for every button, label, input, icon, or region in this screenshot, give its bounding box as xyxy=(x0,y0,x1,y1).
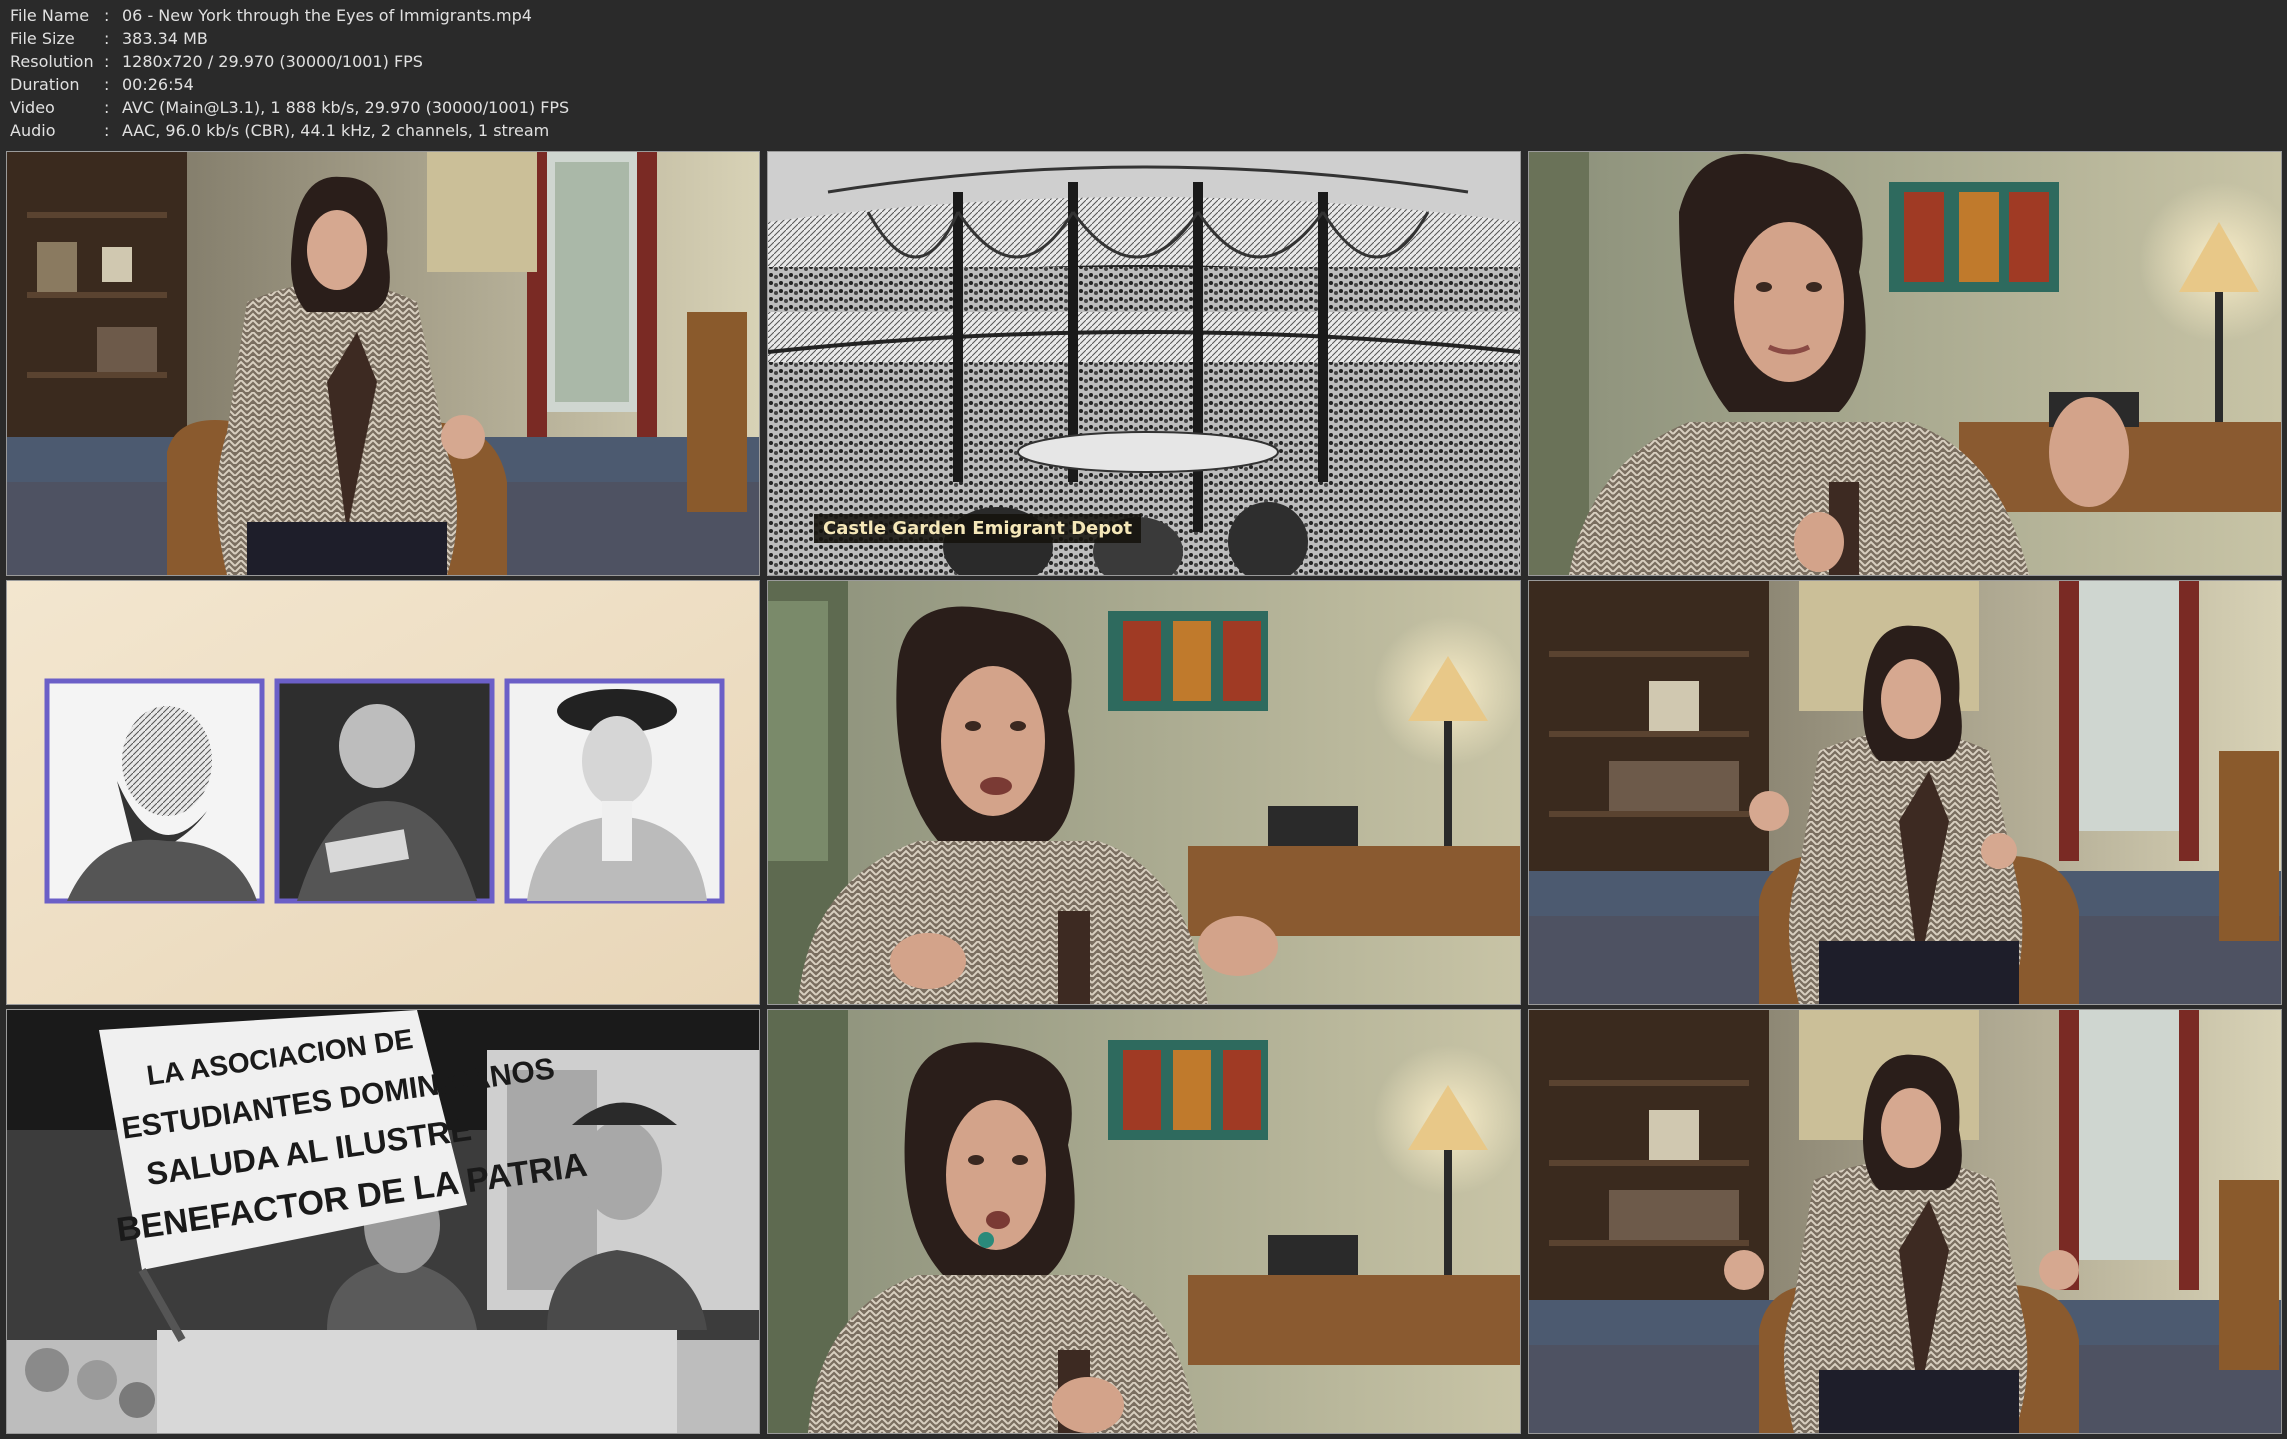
info-separator: : xyxy=(104,98,110,117)
info-label: Audio xyxy=(10,121,56,140)
scene-image xyxy=(7,152,759,575)
info-separator: : xyxy=(104,121,110,140)
info-separator: : xyxy=(104,6,110,25)
info-value: 00:26:54 xyxy=(122,75,194,94)
file-info-panel: File Name : 06 - New York through the Ey… xyxy=(10,4,569,142)
portrait-reading-man xyxy=(274,678,495,904)
thumbnail-frame-5[interactable] xyxy=(767,580,1521,1005)
info-row-resolution: Resolution : 1280x720 / 29.970 (30000/10… xyxy=(10,50,569,73)
scene-image xyxy=(768,1010,1520,1433)
info-row-duration: Duration : 00:26:54 xyxy=(10,73,569,96)
scene-image xyxy=(1529,1010,2281,1433)
engraving-image xyxy=(768,152,1520,575)
info-value: 383.34 MB xyxy=(122,29,208,48)
portraits-image xyxy=(7,581,759,1004)
caption-label: Castle Garden Emigrant Depot xyxy=(814,514,1142,543)
info-label: File Size xyxy=(10,29,75,48)
info-separator: : xyxy=(104,75,110,94)
portrait-bearded-man xyxy=(44,678,265,904)
info-value: AVC (Main@L3.1), 1 888 kb/s, 29.970 (300… xyxy=(122,98,570,117)
archival-photo: LA ASOCIACION DE ESTUDIANTES DOMINICANOS… xyxy=(7,1010,759,1433)
info-row-video: Video : AVC (Main@L3.1), 1 888 kb/s, 29.… xyxy=(10,96,569,119)
scene-image xyxy=(1529,581,2281,1004)
info-label: Duration xyxy=(10,75,80,94)
thumbnail-frame-4[interactable] xyxy=(6,580,760,1005)
info-row-audio: Audio : AAC, 96.0 kb/s (CBR), 44.1 kHz, … xyxy=(10,119,569,142)
info-value: 1280x720 / 29.970 (30000/1001) FPS xyxy=(122,52,423,71)
portrait-woman-with-hat xyxy=(504,678,725,904)
info-label: Video xyxy=(10,98,55,117)
info-separator: : xyxy=(104,52,110,71)
info-value: 06 - New York through the Eyes of Immigr… xyxy=(122,6,532,25)
scene-image xyxy=(768,581,1520,1004)
thumbnail-frame-3[interactable] xyxy=(1528,151,2282,576)
thumbnail-frame-1[interactable] xyxy=(6,151,760,576)
thumbnail-frame-7[interactable]: LA ASOCIACION DE ESTUDIANTES DOMINICANOS… xyxy=(6,1009,760,1434)
info-value: AAC, 96.0 kb/s (CBR), 44.1 kHz, 2 channe… xyxy=(122,121,550,140)
thumbnail-frame-9[interactable] xyxy=(1528,1009,2282,1434)
thumbnail-frame-2[interactable]: Castle Garden Emigrant Depot xyxy=(767,151,1521,576)
info-row-file-size: File Size : 383.34 MB xyxy=(10,27,569,50)
info-row-file-name: File Name : 06 - New York through the Ey… xyxy=(10,4,569,27)
info-separator: : xyxy=(104,29,110,48)
scene-image xyxy=(1529,152,2281,575)
thumbnail-frame-6[interactable] xyxy=(1528,580,2282,1005)
info-label: Resolution xyxy=(10,52,94,71)
thumbnail-frame-8[interactable] xyxy=(767,1009,1521,1434)
info-label: File Name xyxy=(10,6,90,25)
